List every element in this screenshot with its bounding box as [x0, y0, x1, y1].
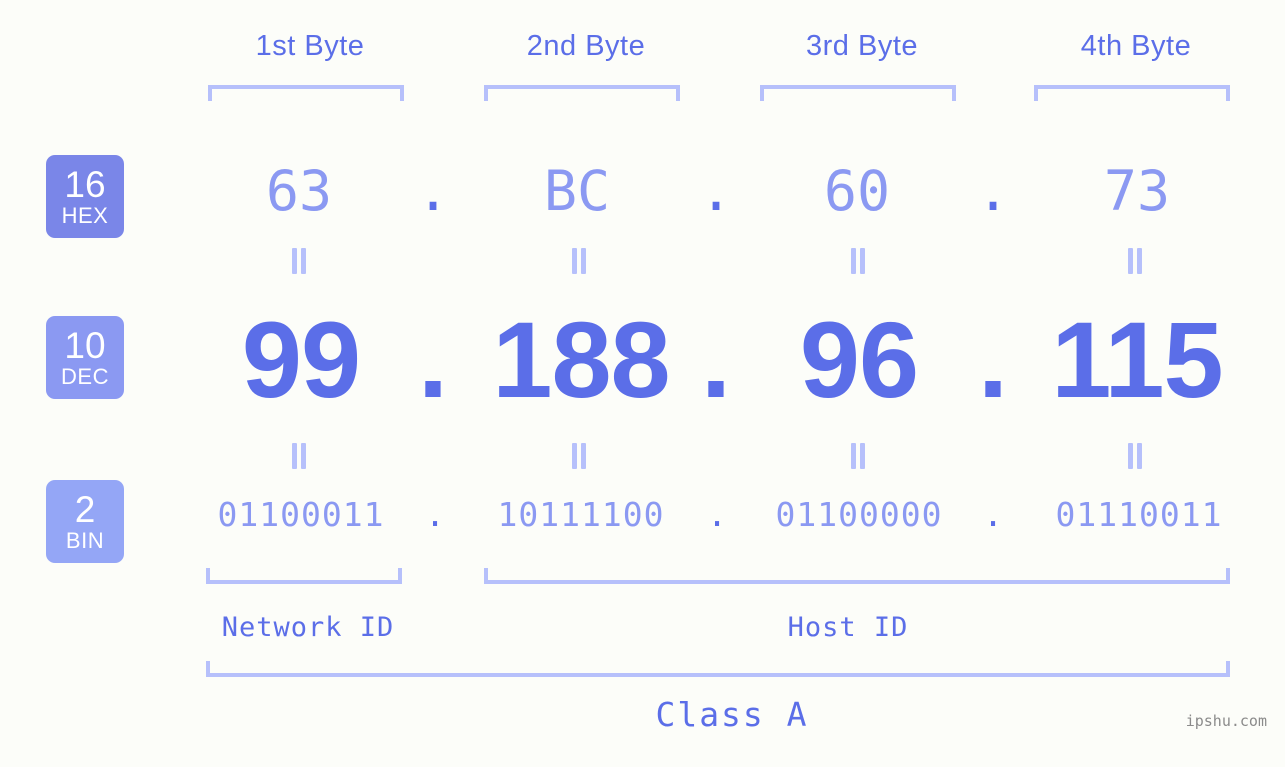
- hex-octet-4: 73: [1103, 159, 1171, 223]
- hex-octet-1: 63: [265, 159, 333, 223]
- bin-octet-1: 01100011: [217, 495, 385, 534]
- dec-separator-3: .: [977, 299, 1008, 420]
- equals-mark-dec-bin-2: [572, 443, 588, 469]
- bin-separator-3: .: [983, 495, 1003, 534]
- base-badge-hex: 16 HEX: [46, 155, 124, 238]
- equals-mark-hex-dec-1: [292, 248, 308, 274]
- base-badge-dec-label: DEC: [61, 364, 109, 389]
- equals-mark-dec-bin-3: [851, 443, 867, 469]
- base-badge-dec-number: 10: [64, 325, 106, 366]
- byte-bracket-3: [760, 85, 956, 101]
- dec-separator-1: .: [417, 299, 448, 420]
- byte-bracket-4: [1034, 85, 1230, 101]
- hex-octet-3: 60: [823, 159, 891, 223]
- equals-mark-hex-dec-2: [572, 248, 588, 274]
- class-label: Class A: [655, 695, 809, 734]
- class-bracket: [206, 661, 1230, 677]
- byte-bracket-2: [484, 85, 680, 101]
- byte-header-3: 3rd Byte: [806, 30, 918, 62]
- byte-header-1: 1st Byte: [255, 30, 365, 62]
- ip-address-breakdown-diagram: 1st Byte 2nd Byte 3rd Byte 4th Byte 16 H…: [0, 0, 1285, 767]
- dec-separator-2: .: [700, 299, 731, 420]
- hex-separator-3: .: [976, 159, 1010, 223]
- bin-separator-1: .: [425, 495, 445, 534]
- equals-mark-dec-bin-4: [1128, 443, 1144, 469]
- bin-separator-2: .: [707, 495, 727, 534]
- equals-mark-hex-dec-3: [851, 248, 867, 274]
- base-badge-bin: 2 BIN: [46, 480, 124, 563]
- dec-octet-1: 99: [241, 299, 361, 420]
- base-badge-bin-number: 2: [74, 489, 96, 530]
- hex-separator-2: .: [699, 159, 733, 223]
- base-badge-hex-number: 16: [64, 164, 106, 205]
- hex-octet-2: BC: [543, 159, 611, 223]
- hex-separator-1: .: [416, 159, 450, 223]
- dec-octet-2: 188: [492, 299, 670, 420]
- base-badge-bin-label: BIN: [65, 528, 105, 553]
- base-badge-dec: 10 DEC: [46, 316, 124, 399]
- bin-octet-4: 01110011: [1055, 495, 1223, 534]
- equals-mark-hex-dec-4: [1128, 248, 1144, 274]
- byte-header-2: 2nd Byte: [526, 30, 646, 62]
- bin-octet-2: 10111100: [497, 495, 665, 534]
- dec-octet-3: 96: [799, 299, 919, 420]
- host-id-bracket: [484, 568, 1230, 584]
- byte-bracket-1: [208, 85, 404, 101]
- host-id-label: Host ID: [787, 612, 909, 643]
- byte-header-4: 4th Byte: [1080, 30, 1192, 62]
- network-id-bracket: [206, 568, 402, 584]
- site-watermark: ipshu.com: [1185, 712, 1267, 730]
- base-badge-hex-label: HEX: [61, 203, 109, 228]
- dec-octet-4: 115: [1051, 299, 1223, 420]
- network-id-label: Network ID: [221, 612, 395, 643]
- equals-mark-dec-bin-1: [292, 443, 308, 469]
- bin-octet-3: 01100000: [775, 495, 943, 534]
